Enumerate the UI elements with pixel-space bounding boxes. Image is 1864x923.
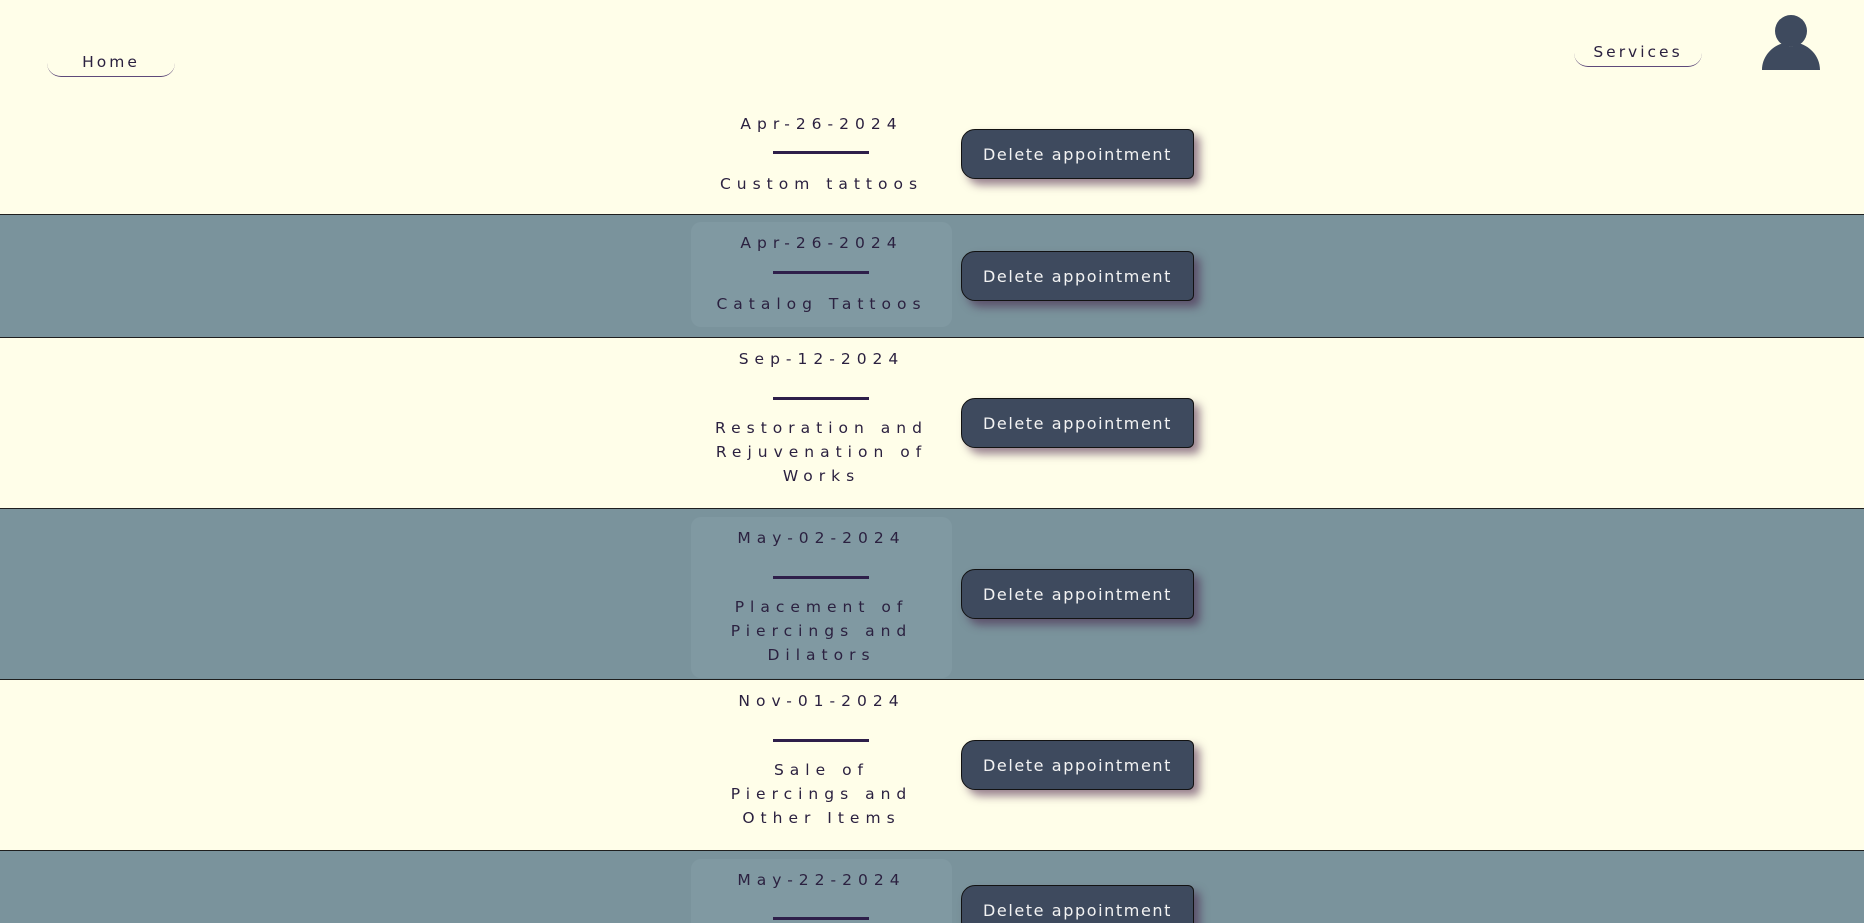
appointment-service: Custom tattoos <box>719 175 924 193</box>
appointment-row: Apr-26-2024 Custom tattoos Delete appoin… <box>0 106 1864 214</box>
appointment-service: Catalog Tattoos <box>716 295 927 313</box>
card-divider <box>773 739 869 742</box>
appointment-date: Apr-26-2024 <box>740 234 903 252</box>
appointment-row: May-02-2024 Placement of Piercings and D… <box>0 508 1864 679</box>
appointment-service: Sale of Piercings and Other Items <box>730 761 913 827</box>
card-divider <box>773 271 869 274</box>
delete-appointment-button[interactable]: Delete appointment <box>961 740 1194 790</box>
appointment-date: May-02-2024 <box>737 529 906 547</box>
card-divider <box>773 917 869 920</box>
appointment-card: Apr-26-2024 Custom tattoos <box>691 106 952 212</box>
appointment-date: Apr-26-2024 <box>740 115 903 133</box>
appointment-card: Sep-12-2024 Restoration and Rejuvenation… <box>691 338 952 506</box>
appointment-service: Restoration and Rejuvenation of Works <box>715 419 928 485</box>
appointment-date: Sep-12-2024 <box>738 350 905 368</box>
appointment-card: Apr-26-2024 Catalog Tattoos <box>691 222 952 327</box>
appointment-date: May-22-2024 <box>737 871 906 889</box>
card-divider <box>773 576 869 579</box>
user-avatar-icon[interactable] <box>1762 15 1820 70</box>
appointments-page: Home Services Apr-26-2024 Custom tattoos… <box>0 0 1864 923</box>
appointment-card: May-02-2024 Placement of Piercings and D… <box>691 517 952 678</box>
delete-appointment-button[interactable]: Delete appointment <box>961 569 1194 619</box>
delete-appointment-button[interactable]: Delete appointment <box>961 129 1194 179</box>
nav-services-link[interactable]: Services <box>1574 40 1702 67</box>
delete-appointment-button[interactable]: Delete appointment <box>961 251 1194 301</box>
appointment-date: Nov-01-2024 <box>738 692 905 710</box>
appointment-service: Placement of Piercings and Dilators <box>730 598 913 664</box>
delete-appointment-button[interactable]: Delete appointment <box>961 398 1194 448</box>
page-header: Home Services <box>0 0 1864 106</box>
card-divider <box>773 397 869 400</box>
card-divider <box>773 151 869 154</box>
appointment-row: Sep-12-2024 Restoration and Rejuvenation… <box>0 337 1864 508</box>
appointment-row: May-22-2024 Delete appointment <box>0 850 1864 923</box>
appointment-card: May-22-2024 <box>691 859 952 923</box>
nav-home-link[interactable]: Home <box>47 50 175 77</box>
appointment-row: Nov-01-2024 Sale of Piercings and Other … <box>0 679 1864 850</box>
appointment-card: Nov-01-2024 Sale of Piercings and Other … <box>691 680 952 848</box>
appointment-row: Apr-26-2024 Catalog Tattoos Delete appoi… <box>0 214 1864 337</box>
delete-appointment-button[interactable]: Delete appointment <box>961 885 1194 923</box>
